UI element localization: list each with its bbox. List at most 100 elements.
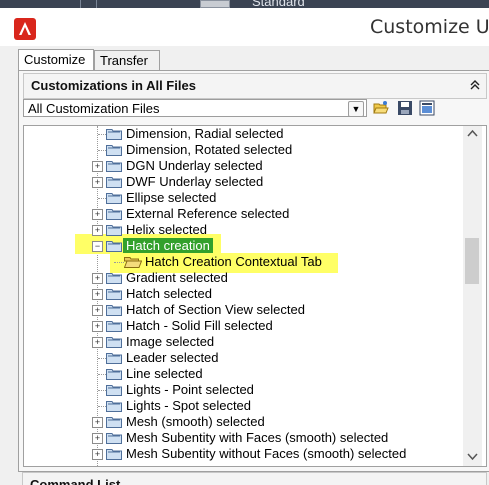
tree-item[interactable]: + Mesh Subentity without Faces (smooth) … bbox=[92, 446, 462, 462]
tree-item-label: Lights - Spot selected bbox=[126, 398, 252, 413]
folder-icon bbox=[106, 144, 122, 156]
tree-item-label: Hatch - Solid Fill selected bbox=[126, 318, 273, 333]
tree-item[interactable]: + Helix selected bbox=[92, 222, 462, 238]
expand-icon[interactable]: + bbox=[92, 305, 103, 316]
tree-item-label: Mesh Subentity with Faces (smooth) selec… bbox=[126, 430, 389, 445]
tab-transfer[interactable]: Transfer bbox=[94, 50, 160, 71]
tree-item[interactable]: + Image selected bbox=[92, 334, 462, 350]
expand-icon[interactable]: + bbox=[92, 433, 103, 444]
tree-item[interactable]: Line selected bbox=[92, 366, 462, 382]
tree-item-label: Dimension, Rotated selected bbox=[126, 142, 293, 157]
tree-item-label: Ellipse selected bbox=[126, 190, 217, 205]
expand-icon[interactable]: + bbox=[92, 337, 103, 348]
preview-icon[interactable] bbox=[419, 100, 435, 116]
tree-item-label: External Reference selected bbox=[126, 206, 290, 221]
folder-icon bbox=[106, 336, 122, 348]
folder-icon bbox=[106, 304, 122, 316]
save-icon[interactable] bbox=[397, 100, 413, 116]
customize-panel: Customizations in All Files All Customiz… bbox=[18, 70, 489, 472]
tree-item[interactable]: + DWF Underlay selected bbox=[92, 174, 462, 190]
tree-item-label: Line selected bbox=[126, 366, 203, 381]
command-list-section-header: Command List bbox=[22, 472, 487, 485]
tree-item[interactable]: + External Reference selected bbox=[92, 206, 462, 222]
folder-icon bbox=[106, 288, 122, 300]
tree-item-label: Dimension, Radial selected bbox=[126, 126, 284, 141]
tree-item[interactable]: Lights - Spot selected bbox=[92, 398, 462, 414]
tree-item[interactable]: Dimension, Radial selected bbox=[92, 126, 462, 142]
expand-icon[interactable]: + bbox=[92, 161, 103, 172]
expand-icon[interactable]: + bbox=[92, 449, 103, 460]
expand-icon[interactable]: + bbox=[92, 289, 103, 300]
tree-item-label: Hatch of Section View selected bbox=[126, 302, 305, 317]
customization-files-select[interactable]: All Customization Files ▼ bbox=[23, 99, 367, 117]
folder-icon bbox=[106, 160, 122, 172]
collapse-chevron-icon[interactable] bbox=[468, 79, 482, 93]
tree-item-label: Hatch selected bbox=[126, 286, 212, 301]
expand-icon[interactable]: + bbox=[92, 209, 103, 220]
tree-item[interactable]: + Gradient selected bbox=[92, 270, 462, 286]
chevron-down-icon[interactable]: ▼ bbox=[348, 101, 364, 117]
tree-item[interactable]: + Hatch - Solid Fill selected bbox=[92, 318, 462, 334]
tree-item[interactable]: + Hatch of Section View selected bbox=[92, 302, 462, 318]
tree-item-label: Gradient selected bbox=[126, 270, 228, 285]
tree-item-label: Mesh (smooth) selected bbox=[126, 414, 265, 429]
expand-icon[interactable]: + bbox=[92, 177, 103, 188]
toolbar-separator bbox=[96, 0, 97, 8]
tree-item-label: Leader selected bbox=[126, 350, 219, 365]
tab-customize[interactable]: Customize bbox=[18, 49, 94, 71]
tree-item[interactable]: + Mesh Subentity with Faces (smooth) sel… bbox=[92, 430, 462, 446]
expand-icon[interactable]: + bbox=[92, 273, 103, 284]
tree-item[interactable]: Ellipse selected bbox=[92, 190, 462, 206]
folder-icon bbox=[106, 400, 122, 412]
customizations-tree[interactable]: Dimension, Radial selected Dimension, Ro… bbox=[23, 125, 487, 467]
tree-item[interactable]: + Mesh (smooth) selected bbox=[92, 414, 462, 430]
tab-label: Transfer bbox=[100, 53, 148, 68]
select-value: All Customization Files bbox=[28, 101, 160, 116]
tree-item[interactable]: Dimension, Rotated selected bbox=[92, 142, 462, 158]
tree-item[interactable]: + DGN Underlay selected bbox=[92, 158, 462, 174]
folder-icon bbox=[106, 432, 122, 444]
open-file-icon[interactable] bbox=[373, 100, 389, 116]
folder-icon bbox=[106, 384, 122, 396]
folder-icon bbox=[106, 224, 122, 236]
folder-icon bbox=[106, 320, 122, 332]
tree-item-label: Hatch creation bbox=[126, 238, 210, 253]
folder-icon bbox=[106, 192, 122, 204]
tree-item[interactable]: Lights - Point selected bbox=[92, 382, 462, 398]
collapse-icon[interactable]: − bbox=[92, 241, 103, 252]
window-title: Customize Use bbox=[370, 16, 489, 38]
folder-icon bbox=[106, 416, 122, 428]
section-title: Customizations in All Files bbox=[31, 78, 196, 93]
expand-icon[interactable]: + bbox=[92, 417, 103, 428]
tree-item[interactable]: + Hatch selected bbox=[92, 286, 462, 302]
folder-icon bbox=[106, 352, 122, 364]
dialog-titlebar: Customize Use bbox=[0, 8, 489, 46]
scroll-up-icon[interactable] bbox=[467, 128, 478, 140]
scroll-thumb[interactable] bbox=[465, 238, 479, 284]
tree-item-label: Lights - Point selected bbox=[126, 382, 254, 397]
folder-icon bbox=[106, 272, 122, 284]
tree-item-label: Image selected bbox=[126, 334, 215, 349]
folder-icon bbox=[106, 208, 122, 220]
folder-icon bbox=[106, 448, 122, 460]
tree-item-label: DWF Underlay selected bbox=[126, 174, 264, 189]
tree-item-hatch-creation[interactable]: − Hatch creation bbox=[92, 238, 462, 254]
folder-icon bbox=[106, 240, 122, 252]
background-app-toolbar: Standard bbox=[0, 0, 489, 9]
toolbar-button[interactable] bbox=[200, 0, 230, 8]
folder-icon bbox=[106, 368, 122, 380]
tree-scrollbar[interactable] bbox=[463, 126, 482, 466]
autocad-logo-icon bbox=[14, 18, 36, 40]
scroll-down-icon[interactable] bbox=[467, 452, 478, 464]
expand-icon[interactable]: + bbox=[92, 225, 103, 236]
tree-item[interactable]: Leader selected bbox=[92, 350, 462, 366]
filter-row: All Customization Files ▼ bbox=[23, 99, 485, 119]
tab-label: Customize bbox=[24, 52, 86, 67]
tree-item-label: DGN Underlay selected bbox=[126, 158, 263, 173]
toolbar-separator bbox=[80, 0, 81, 8]
folder-icon bbox=[106, 176, 122, 188]
expand-icon[interactable]: + bbox=[92, 321, 103, 332]
open-folder-icon bbox=[123, 256, 143, 268]
folder-icon bbox=[106, 128, 122, 140]
tree-item-contextual-tab[interactable]: Hatch Creation Contextual Tab bbox=[92, 254, 462, 270]
